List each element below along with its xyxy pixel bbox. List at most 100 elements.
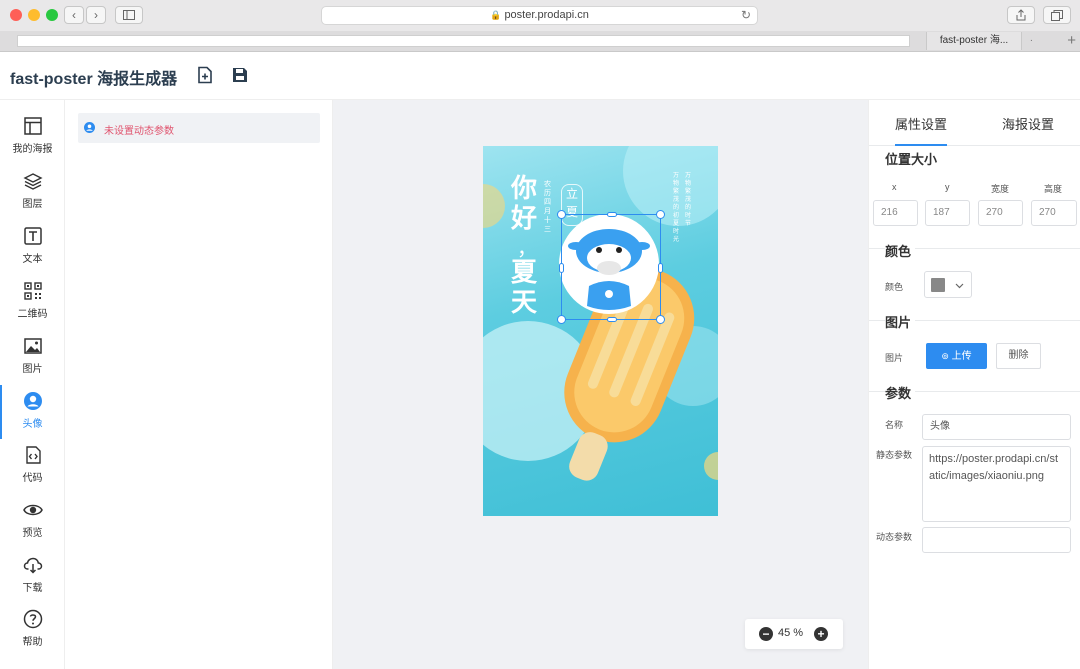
param-item[interactable]: 未设置动态参数 — [78, 113, 320, 143]
nav-item-qrcode[interactable]: 二维码 — [0, 281, 65, 331]
dynamic-param-input[interactable] — [922, 527, 1071, 553]
zoom-out-button[interactable]: − — [759, 627, 773, 641]
eye-icon — [22, 504, 43, 516]
canvas-area: 你好 ， 夏天 农历四月十三 立 夏 万物繁茂的时节 万物繁茂的初夏时光 − 4… — [333, 100, 868, 669]
text-icon — [23, 227, 42, 245]
poster-date: 农历四月十三 — [544, 181, 551, 233]
x-input[interactable]: 216 — [873, 200, 918, 226]
new-tab-icon[interactable]: + — [1067, 31, 1076, 51]
resize-handle-bottom[interactable] — [607, 317, 617, 322]
lock-icon: 🔒 — [490, 10, 502, 20]
nav-item-help[interactable]: 帮助 — [0, 609, 65, 659]
label-x: x — [892, 182, 897, 192]
forward-button[interactable]: › — [86, 6, 106, 24]
sidebar-toggle-button[interactable] — [115, 6, 143, 24]
reload-icon[interactable]: ↻ — [741, 7, 751, 24]
nav-label: 图层 — [22, 199, 43, 210]
label-static-param: 静态参数 — [876, 450, 913, 460]
new-file-icon[interactable] — [196, 66, 214, 84]
properties-panel: 属性设置 海报设置 位置大小 x y 宽度 高度 216 187 270 270… — [868, 100, 1080, 669]
label-color: 颜色 — [885, 282, 904, 292]
tab-element-properties[interactable]: 属性设置 — [895, 114, 948, 146]
nav-item-image[interactable]: 图片 — [0, 336, 65, 386]
save-icon[interactable] — [231, 66, 249, 84]
section-title-color: 颜色 — [885, 241, 916, 260]
label-y: y — [945, 182, 950, 192]
close-window-button[interactable] — [10, 9, 22, 21]
address-bar[interactable]: 🔒 poster.prodapi.cn ↻ — [321, 6, 758, 25]
upload-icon: ⊚ — [941, 351, 949, 361]
zoom-value: 45 % — [778, 627, 804, 639]
nav-item-code[interactable]: 代码 — [0, 445, 65, 495]
static-param-textarea[interactable]: https://poster.prodapi.cn/static/images/… — [922, 446, 1071, 522]
layout-icon — [23, 117, 42, 135]
upload-button[interactable]: ⊚ 上传 — [926, 343, 987, 369]
chevron-down-icon — [955, 283, 964, 289]
poster-badge-1: 立 — [565, 187, 578, 201]
back-button[interactable]: ‹ — [64, 6, 84, 24]
tab-bar: fast-poster 海... . + — [0, 31, 1080, 51]
resize-handle-left[interactable] — [559, 263, 564, 273]
nav-item-text[interactable]: 文本 — [0, 226, 65, 276]
upload-label: 上传 — [951, 351, 972, 362]
browser-chrome: ‹ › 🔒 poster.prodapi.cn ↻ fast-poster 海.… — [0, 0, 1080, 52]
resize-handle-tr[interactable] — [656, 210, 665, 219]
name-input[interactable]: 头像 — [922, 414, 1071, 440]
section-title-position: 位置大小 — [885, 152, 938, 167]
nav-label: 头像 — [22, 419, 43, 430]
tab-placeholder[interactable] — [17, 35, 910, 47]
nav-item-my-posters[interactable]: 我的海报 — [0, 116, 65, 166]
share-button[interactable] — [1007, 6, 1035, 24]
delete-button[interactable]: 删除 — [996, 343, 1041, 369]
params-panel: 未设置动态参数 — [65, 100, 333, 669]
qrcode-icon — [23, 282, 42, 300]
nav-label: 帮助 — [22, 637, 43, 648]
tab-extra[interactable]: . — [1030, 33, 1033, 44]
nav-label: 预览 — [22, 528, 43, 539]
code-icon — [25, 446, 41, 464]
resize-handle-br[interactable] — [656, 315, 665, 324]
poster-title-2: 夏天 — [511, 258, 538, 318]
minimize-window-button[interactable] — [28, 9, 40, 21]
resize-handle-top[interactable] — [607, 212, 617, 217]
resize-handle-bl[interactable] — [557, 315, 566, 324]
width-input[interactable]: 270 — [978, 200, 1023, 226]
avatar-icon — [23, 392, 42, 410]
left-nav: 我的海报 图层 文本 二维码 图片 头像 代码 预览 下载 帮助 — [0, 100, 65, 669]
poster-comma: ， — [517, 236, 537, 260]
nav-label: 图片 — [22, 364, 43, 375]
color-swatch — [931, 278, 945, 292]
nav-label: 二维码 — [17, 309, 48, 320]
app-header: fast-poster 海报生成器 — [0, 52, 1080, 100]
nav-item-download[interactable]: 下载 — [0, 555, 65, 605]
resize-handle-right[interactable] — [658, 263, 663, 273]
y-input[interactable]: 187 — [925, 200, 970, 226]
label-image: 图片 — [885, 353, 904, 363]
param-empty-text: 未设置动态参数 — [104, 126, 174, 137]
selection-box[interactable] — [557, 210, 665, 324]
tabs-overview-button[interactable] — [1043, 6, 1071, 24]
maximize-window-button[interactable] — [46, 9, 58, 21]
label-dynamic-param: 动态参数 — [876, 532, 913, 542]
nav-item-layers[interactable]: 图层 — [0, 171, 65, 221]
tab-poster-settings[interactable]: 海报设置 — [1002, 114, 1054, 133]
poster-title-1: 你好 — [511, 174, 538, 234]
nav-label: 下载 — [22, 583, 43, 594]
app-title: fast-poster 海报生成器 — [10, 71, 178, 88]
label-name: 名称 — [885, 420, 904, 430]
nav-label: 代码 — [22, 473, 43, 484]
nav-item-avatar[interactable]: 头像 — [0, 385, 65, 441]
label-width: 宽度 — [991, 184, 1010, 194]
properties-tabs: 属性设置 海报设置 — [869, 100, 1080, 146]
cloud-download-icon — [23, 557, 42, 574]
nav-item-preview[interactable]: 预览 — [0, 500, 65, 550]
resize-handle-tl[interactable] — [557, 210, 566, 219]
poster-canvas[interactable]: 你好 ， 夏天 农历四月十三 立 夏 万物繁茂的时节 万物繁茂的初夏时光 — [483, 146, 718, 516]
address-text: poster.prodapi.cn — [504, 9, 589, 21]
tab-fast-poster[interactable]: fast-poster 海... — [926, 32, 1022, 50]
zoom-in-button[interactable]: + — [814, 627, 828, 641]
color-picker[interactable] — [924, 271, 972, 298]
label-height: 高度 — [1044, 184, 1063, 194]
nav-label: 文本 — [22, 254, 43, 265]
height-input[interactable]: 270 — [1031, 200, 1077, 226]
